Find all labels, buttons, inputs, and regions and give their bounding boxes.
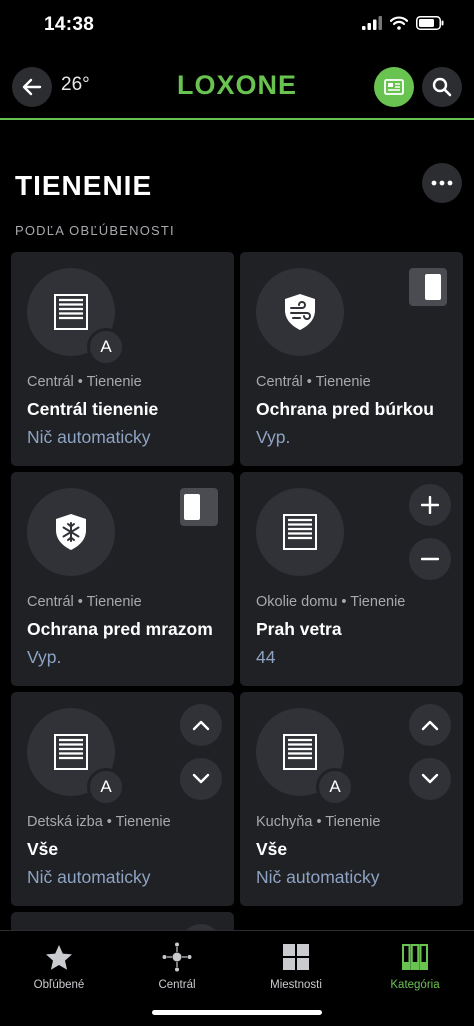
blinds-icon: [283, 734, 317, 770]
card-status: Vyp.: [27, 647, 62, 667]
card-central-shading[interactable]: A Centrál • Tienenie Centrál tienenie Ni…: [11, 252, 234, 466]
card-status: Nič automaticky: [27, 427, 151, 447]
tab-label: Kategória: [390, 979, 440, 991]
more-dots-icon: [431, 180, 453, 186]
search-button[interactable]: [422, 67, 462, 107]
down-button[interactable]: [180, 758, 222, 800]
news-button[interactable]: [374, 67, 414, 107]
star-icon: [46, 944, 72, 970]
signal-icon: [362, 16, 382, 30]
card-frost-protection[interactable]: Centrál • Tienenie Ochrana pred mrazom V…: [11, 472, 234, 686]
card-subtitle: Kuchyňa • Tienenie: [256, 814, 381, 830]
chevron-down-icon: [421, 773, 439, 784]
wind-shield-icon: [285, 294, 315, 330]
card-status: 44: [256, 647, 276, 667]
status-time: 14:38: [44, 14, 95, 35]
blinds-icon: [283, 514, 317, 550]
card-subtitle: Centrál • Tienenie: [27, 374, 142, 390]
minus-icon: [421, 557, 439, 561]
toggle-switch[interactable]: [409, 268, 447, 306]
section-header: PODĽA OBĽÚBENOSTI: [15, 223, 175, 238]
toggle-switch[interactable]: [180, 488, 218, 526]
up-button[interactable]: [409, 704, 451, 746]
card-subtitle: Centrál • Tienenie: [256, 374, 371, 390]
tab-rooms[interactable]: Miestnosti: [237, 931, 355, 1001]
plus-icon: [421, 496, 439, 514]
card-subtitle: Okolie domu • Tienenie: [256, 594, 406, 610]
tab-central[interactable]: Centrál: [118, 931, 236, 1001]
frost-shield-icon: [56, 514, 86, 550]
card-status: Nič automaticky: [256, 867, 380, 887]
chevron-up-icon: [192, 720, 210, 731]
blinds-icon: [54, 294, 88, 330]
up-button[interactable]: [180, 704, 222, 746]
automatic-badge: A: [87, 768, 125, 806]
card-status: Vyp.: [256, 427, 291, 447]
down-button[interactable]: [409, 758, 451, 800]
card-title: Vše: [27, 839, 59, 859]
tab-label: Centrál: [158, 979, 196, 991]
search-icon: [432, 77, 452, 97]
tab-favorites[interactable]: Obľúbené: [0, 931, 118, 1001]
more-options-button[interactable]: [422, 163, 462, 203]
card-title: Centrál tienenie: [27, 399, 159, 419]
chevron-down-icon: [192, 773, 210, 784]
toggle-knob: [425, 274, 441, 300]
icon-circle: [27, 488, 115, 576]
card-wind-threshold[interactable]: Okolie domu • Tienenie Prah vetra 44: [240, 472, 463, 686]
tab-category[interactable]: Kategória: [356, 931, 474, 1001]
news-icon: [384, 79, 404, 95]
tab-label: Miestnosti: [270, 979, 322, 991]
card-title: Prah vetra: [256, 619, 342, 639]
tab-label: Obľúbené: [33, 979, 85, 991]
wifi-icon: [390, 16, 408, 30]
card-title: Vše: [256, 839, 288, 859]
increase-button[interactable]: [409, 484, 451, 526]
automatic-badge: A: [87, 328, 125, 366]
central-hub-icon: [162, 942, 192, 972]
home-indicator: [152, 1010, 322, 1015]
card-kids-room-shading[interactable]: A Detská izba • Tienenie Vše Nič automat…: [11, 692, 234, 906]
category-icon: [402, 944, 428, 970]
app-header: 26° LOXONE: [0, 56, 474, 120]
card-status: Nič automaticky: [27, 867, 151, 887]
icon-circle: [256, 268, 344, 356]
card-storm-protection[interactable]: Centrál • Tienenie Ochrana pred búrkou V…: [240, 252, 463, 466]
status-bar: 14:38: [0, 0, 474, 54]
blinds-icon: [54, 734, 88, 770]
card-title: Ochrana pred mrazom: [27, 619, 213, 639]
decrease-button[interactable]: [409, 538, 451, 580]
icon-circle: [256, 488, 344, 576]
card-title: Ochrana pred búrkou: [256, 399, 434, 419]
page-title: TIENENIE: [15, 170, 153, 201]
rooms-grid-icon: [283, 944, 309, 970]
card-subtitle: Detská izba • Tienenie: [27, 814, 171, 830]
battery-icon: [416, 16, 444, 30]
automatic-badge: A: [316, 768, 354, 806]
card-subtitle: Centrál • Tienenie: [27, 594, 142, 610]
card-kitchen-shading[interactable]: A Kuchyňa • Tienenie Vše Nič automaticky: [240, 692, 463, 906]
chevron-up-icon: [421, 720, 439, 731]
toggle-knob: [184, 494, 200, 520]
